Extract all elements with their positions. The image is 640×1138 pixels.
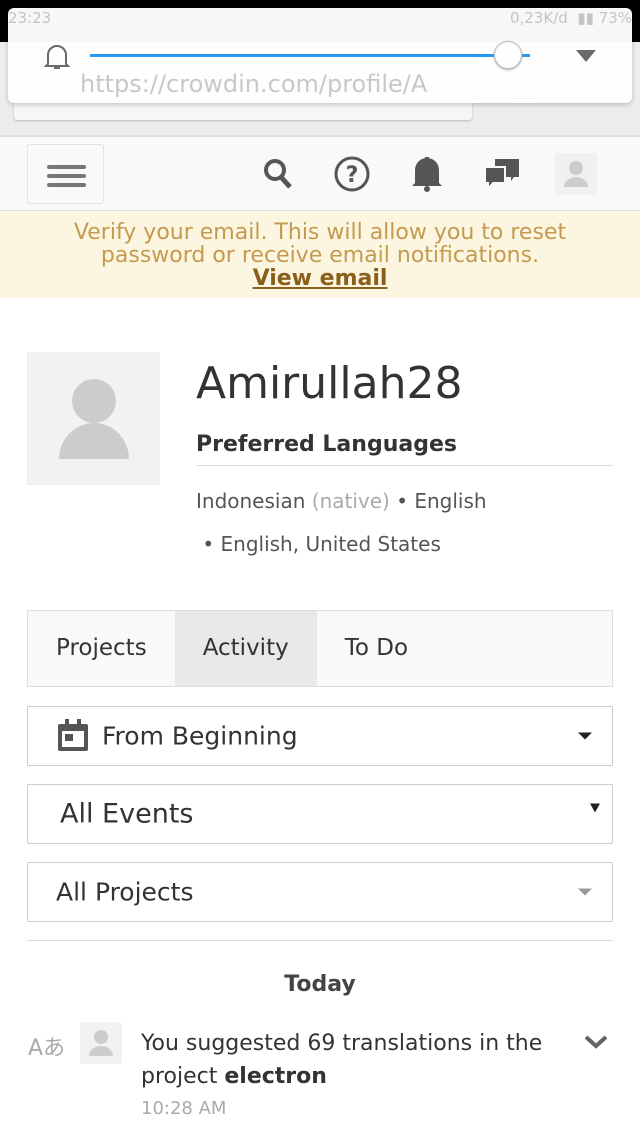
translation-icon: Aあ	[28, 1036, 66, 1061]
chat-icon[interactable]	[485, 159, 521, 193]
expand-arrow-icon[interactable]	[576, 50, 596, 62]
projects-filter-select[interactable]: All Projects	[27, 862, 613, 922]
activity-text: You suggested 69 translations in the pro…	[141, 1027, 561, 1093]
language-list: Indonesian (native) • English • English,…	[196, 480, 616, 566]
tab-todo[interactable]: To Do	[317, 611, 436, 686]
caret-down-icon	[590, 803, 600, 813]
calendar-icon	[58, 719, 88, 751]
activity-description: You suggested 69 translations in the pro…	[141, 1031, 543, 1089]
status-bar: 23:23 0,23K/d ▮▮ 73%	[0, 0, 640, 36]
tab-activity[interactable]: Activity	[174, 611, 317, 686]
date-filter-select[interactable]: From Beginning	[27, 706, 613, 766]
menu-button[interactable]	[27, 144, 104, 204]
verify-email-banner: Verify your email. This will allow you t…	[0, 211, 640, 298]
native-tag: (native)	[311, 489, 390, 513]
activity-avatar	[80, 1022, 122, 1064]
banner-text: Verify your email. This will allow you t…	[73, 220, 567, 268]
project-link[interactable]: electron	[224, 1064, 327, 1089]
chevron-down-icon[interactable]	[584, 1034, 608, 1050]
volume-slider[interactable]	[90, 54, 530, 57]
language: • English, United States	[202, 532, 441, 556]
signal-icon: ▮▮	[577, 9, 594, 27]
profile-avatar	[27, 352, 160, 485]
username: Amirullah28	[196, 358, 463, 409]
view-email-link[interactable]: View email	[253, 266, 388, 291]
events-filter-value: All Events	[60, 798, 194, 830]
status-time: 23:23	[8, 9, 52, 27]
svg-text:?: ?	[346, 163, 359, 188]
events-filter-select[interactable]: All Events	[27, 784, 613, 844]
profile-tabs: Projects Activity To Do	[27, 610, 613, 687]
volume-slider-handle[interactable]	[494, 41, 522, 69]
date-filter-value: From Beginning	[102, 721, 298, 751]
projects-filter-value: All Projects	[56, 877, 194, 907]
bell-outline-icon	[44, 45, 70, 69]
activity-time: 10:28 AM	[141, 1098, 227, 1119]
language: • English	[396, 489, 487, 513]
network-speed: 0,23K/d	[510, 9, 568, 27]
search-icon[interactable]	[262, 157, 294, 191]
user-avatar[interactable]	[555, 153, 597, 195]
top-nav: ?	[0, 135, 640, 211]
tab-projects[interactable]: Projects	[28, 611, 175, 686]
bell-icon[interactable]	[411, 155, 443, 193]
language: Indonesian	[196, 489, 306, 513]
help-icon[interactable]: ?	[333, 155, 371, 193]
battery-level: 73%	[598, 9, 632, 27]
url-text[interactable]: https://crowdin.com/profile/A	[80, 70, 427, 98]
day-heading: Today	[284, 972, 356, 997]
divider	[27, 940, 613, 941]
caret-down-icon	[578, 888, 592, 896]
caret-down-icon	[578, 732, 592, 740]
preferred-languages-label: Preferred Languages	[196, 432, 613, 466]
